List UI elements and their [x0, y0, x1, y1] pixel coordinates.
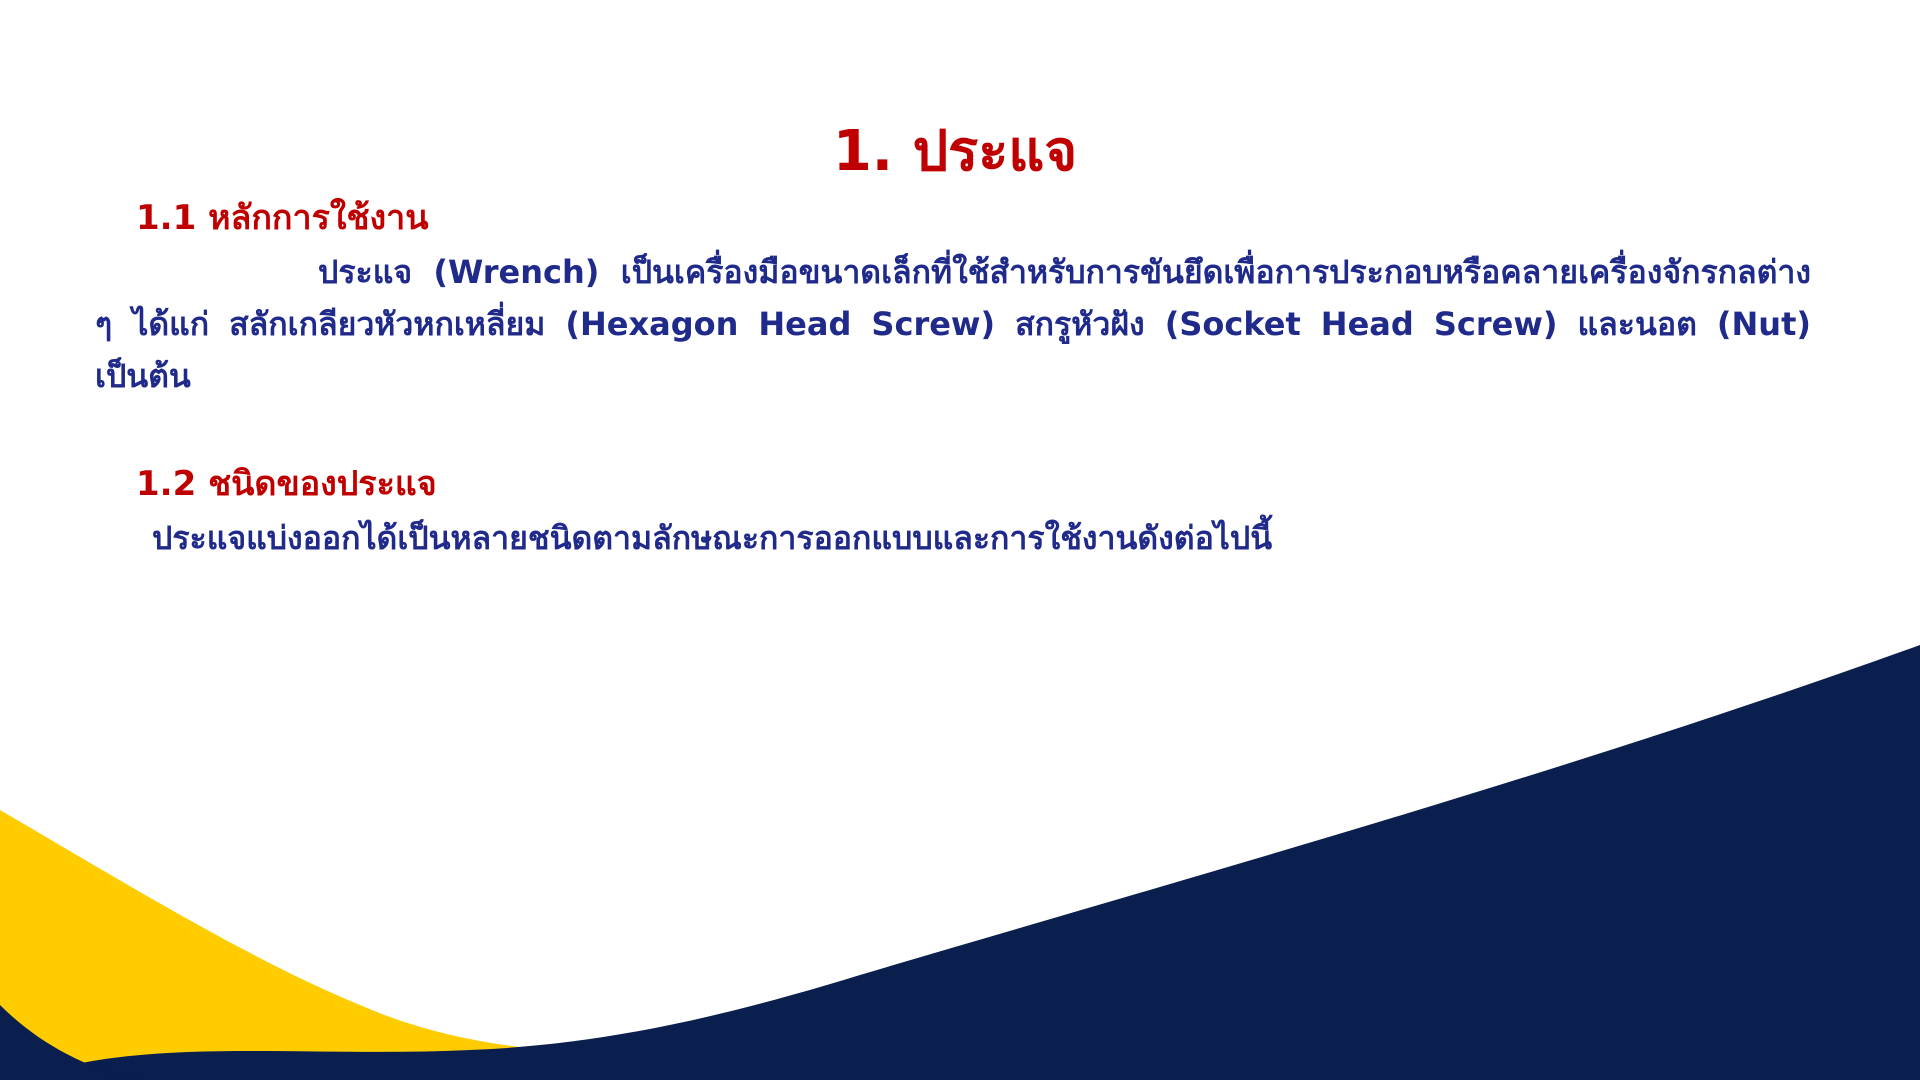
slide: 1. ประแจ 1.1 หลักการใช้งาน ประแจ (Wrench… [0, 0, 1920, 1080]
section-body-types: ประแจแบ่งออกได้เป็นหลายชนิดตามลักษณะการอ… [152, 519, 1273, 557]
slide-content: 1. ประแจ 1.1 หลักการใช้งาน ประแจ (Wrench… [0, 0, 1920, 1080]
section-heading-types: 1.2 ชนิดของประแจ [136, 464, 437, 504]
section-body-principle: ประแจ (Wrench) เป็นเครื่องมือขนาดเล็กที่… [95, 253, 1811, 395]
section-heading-principle: 1.1 หลักการใช้งาน [136, 198, 429, 238]
slide-title: 1. ประแจ [832, 119, 1078, 184]
